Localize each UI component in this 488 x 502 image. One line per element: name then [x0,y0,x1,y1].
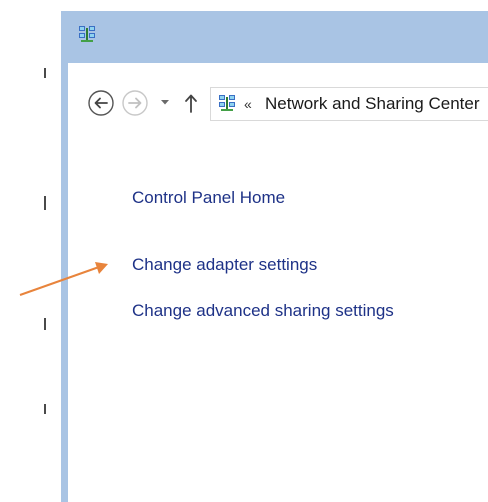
title-bar[interactable] [61,11,488,63]
background-window-edge [44,0,46,502]
window-client-area: « Network and Sharing Center Control Pan… [68,63,488,502]
control-panel-window: « Network and Sharing Center Control Pan… [61,11,488,502]
left-task-pane: Control Panel Home Change adapter settin… [68,63,488,502]
network-icon [79,26,95,42]
change-advanced-sharing-settings-link[interactable]: Change advanced sharing settings [132,299,412,322]
screenshot-canvas: « Network and Sharing Center Control Pan… [0,0,488,502]
change-adapter-settings-link[interactable]: Change adapter settings [132,253,317,276]
control-panel-home-link[interactable]: Control Panel Home [132,186,285,209]
